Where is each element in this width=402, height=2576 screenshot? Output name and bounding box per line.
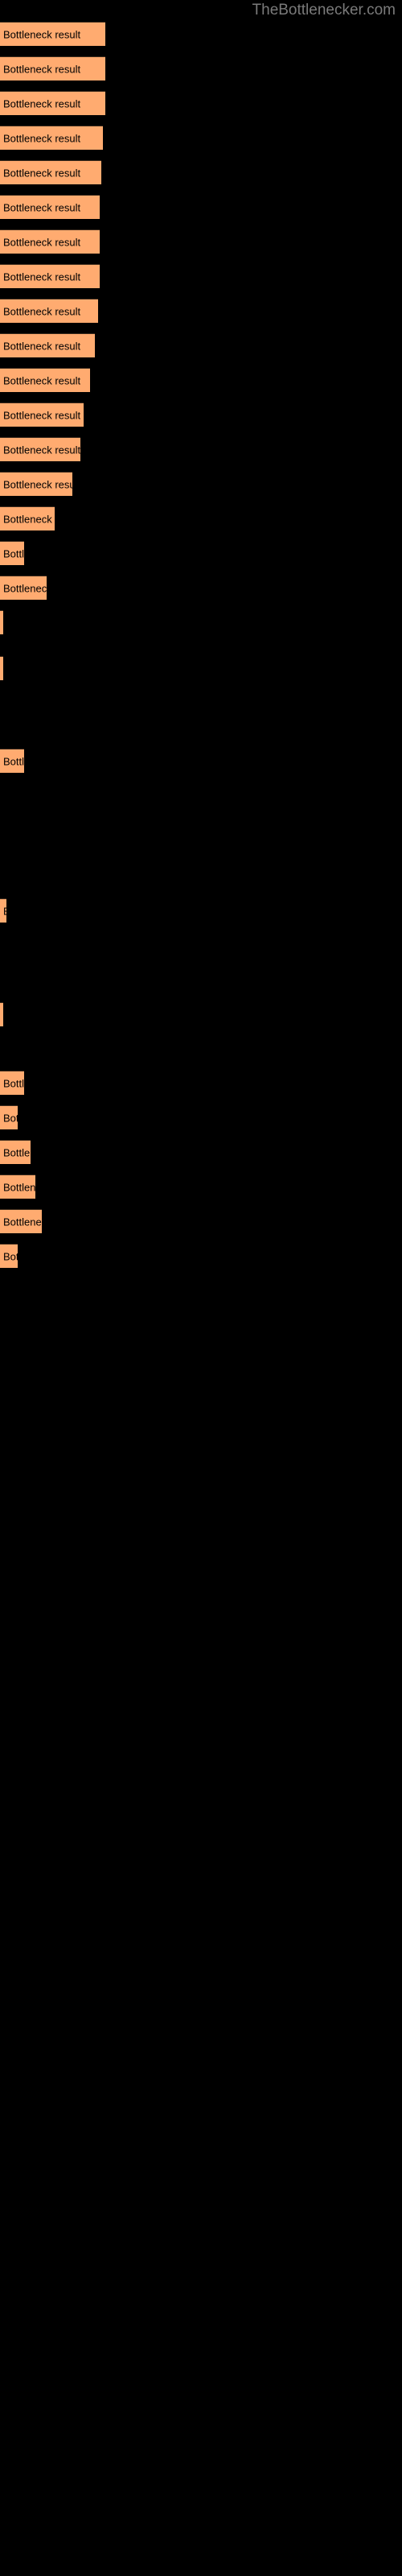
bar-3[interactable]: Bottleneck result xyxy=(0,91,105,115)
bar-16[interactable]: Bottleneck result xyxy=(0,541,24,565)
bar-row: Bottleneck result xyxy=(0,264,402,288)
bar-row: Bottleneck result xyxy=(0,1105,402,1129)
bar-label: Bottleneck result xyxy=(3,409,81,421)
bottleneck-bar-chart: TheBottlenecker.com Bottleneck result Bot… xyxy=(0,0,402,2576)
bar-1[interactable]: Bottleneck result xyxy=(0,22,105,46)
bar-28[interactable]: Bottleneck result xyxy=(0,1244,18,1268)
bar-row: Bottleneck result xyxy=(0,541,402,565)
bar-row: Bottleneck result xyxy=(0,160,402,184)
bar-label: Bottleneck result xyxy=(3,905,6,917)
bar-20[interactable]: Bottleneck result xyxy=(0,749,24,773)
bar-row: Bottleneck result xyxy=(0,1140,402,1164)
bar-27[interactable]: Bottleneck result xyxy=(0,1209,42,1233)
bar-4[interactable]: Bottleneck result xyxy=(0,126,103,150)
bar-row: Bottleneck result xyxy=(0,229,402,254)
bar-label: Bottleneck result xyxy=(3,755,24,767)
bar-8[interactable]: Bottleneck result xyxy=(0,264,100,288)
bar-row: Bottleneck result xyxy=(0,22,402,46)
bar-label: Bottleneck result xyxy=(3,167,81,179)
bar-row: Bottleneck result xyxy=(0,656,402,680)
bar-label: Bottleneck result xyxy=(3,1250,18,1262)
bar-13[interactable]: Bottleneck result xyxy=(0,437,80,461)
bar-row: Bottleneck result xyxy=(0,898,402,923)
bar-row: Bottleneck result xyxy=(0,749,402,773)
bar-label: Bottleneck result xyxy=(3,236,81,248)
bar-18[interactable]: Bottleneck result xyxy=(0,610,3,634)
bar-24[interactable]: Bottleneck result xyxy=(0,1105,18,1129)
bar-label: Bottleneck result xyxy=(3,201,81,213)
bar-label: Bottleneck result xyxy=(3,374,81,386)
bar-label: Bottleneck result xyxy=(3,444,80,456)
bar-2[interactable]: Bottleneck result xyxy=(0,56,105,80)
bar-label: Bottleneck result xyxy=(3,270,81,283)
bar-row: Bottleneck result xyxy=(0,576,402,600)
bar-12[interactable]: Bottleneck result xyxy=(0,402,84,427)
bar-label: Bottleneck result xyxy=(3,97,81,109)
bar-21[interactable]: Bottleneck result xyxy=(0,898,6,923)
bar-14[interactable]: Bottleneck result xyxy=(0,472,72,496)
bar-11[interactable]: Bottleneck result xyxy=(0,368,90,392)
bar-7[interactable]: Bottleneck result xyxy=(0,229,100,254)
bar-row: Bottleneck result xyxy=(0,610,402,634)
bar-22[interactable]: Bottleneck result xyxy=(0,1002,3,1026)
bar-26[interactable]: Bottleneck result xyxy=(0,1174,35,1199)
bar-19[interactable]: Bottleneck result xyxy=(0,656,3,680)
bar-5[interactable]: Bottleneck result xyxy=(0,160,101,184)
bar-row: Bottleneck result xyxy=(0,56,402,80)
bar-label: Bottleneck result xyxy=(3,582,47,594)
bar-25[interactable]: Bottleneck result xyxy=(0,1140,31,1164)
bar-label: Bottleneck result xyxy=(3,63,81,75)
bar-label: Bottleneck result xyxy=(3,1216,42,1228)
bar-row: Bottleneck result xyxy=(0,472,402,496)
bar-label: Bottleneck result xyxy=(3,1112,18,1124)
bar-23[interactable]: Bottleneck result xyxy=(0,1071,24,1095)
bar-row: Bottleneck result xyxy=(0,91,402,115)
bar-label: Bottleneck result xyxy=(3,1181,35,1193)
site-watermark: TheBottlenecker.com xyxy=(252,2,396,19)
bar-row: Bottleneck result xyxy=(0,506,402,530)
bar-label: Bottleneck result xyxy=(3,478,72,490)
bar-6[interactable]: Bottleneck result xyxy=(0,195,100,219)
bar-label: Bottleneck result xyxy=(3,1077,24,1089)
bar-10[interactable]: Bottleneck result xyxy=(0,333,95,357)
bar-row: Bottleneck result xyxy=(0,1002,402,1026)
bar-label: Bottleneck result xyxy=(3,513,55,525)
bar-row: Bottleneck result xyxy=(0,1174,402,1199)
bar-label: Bottleneck result xyxy=(3,1146,31,1158)
bar-row: Bottleneck result xyxy=(0,333,402,357)
bar-label: Bottleneck result xyxy=(3,340,81,352)
bar-row: Bottleneck result xyxy=(0,1209,402,1233)
bar-label: Bottleneck result xyxy=(3,132,81,144)
bar-9[interactable]: Bottleneck result xyxy=(0,299,98,323)
bar-15[interactable]: Bottleneck result xyxy=(0,506,55,530)
bar-label: Bottleneck result xyxy=(3,305,81,317)
bar-row: Bottleneck result xyxy=(0,1244,402,1268)
bar-row: Bottleneck result xyxy=(0,368,402,392)
bar-row: Bottleneck result xyxy=(0,195,402,219)
bar-17[interactable]: Bottleneck result xyxy=(0,576,47,600)
bar-row: Bottleneck result xyxy=(0,299,402,323)
bar-row: Bottleneck result xyxy=(0,126,402,150)
bar-label: Bottleneck result xyxy=(3,547,24,559)
bar-row: Bottleneck result xyxy=(0,1071,402,1095)
bar-row: Bottleneck result xyxy=(0,437,402,461)
bar-row: Bottleneck result xyxy=(0,402,402,427)
bar-label: Bottleneck result xyxy=(3,28,81,40)
